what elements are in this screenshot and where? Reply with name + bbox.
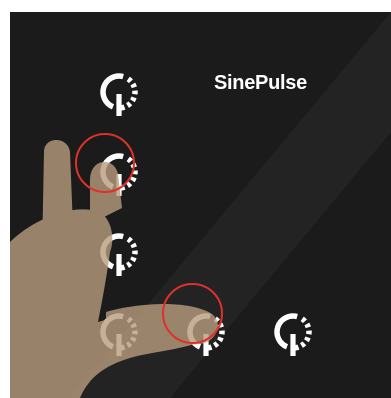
power-button-row4-col3[interactable]: [265, 306, 321, 362]
power-icon: [267, 308, 319, 360]
power-icon: [93, 308, 145, 360]
power-icon: [93, 228, 145, 280]
power-button-row1-col1[interactable]: [91, 66, 147, 122]
power-button-row4-col1[interactable]: [91, 306, 147, 362]
app-screen: SinePulse: [10, 12, 391, 398]
app-title: SinePulse: [214, 72, 307, 94]
power-icon: [180, 308, 232, 360]
power-button-row3-col1[interactable]: [91, 226, 147, 282]
power-icon: [93, 148, 145, 200]
power-button-row2-col1[interactable]: [91, 146, 147, 202]
power-button-row4-col2[interactable]: [178, 306, 234, 362]
power-icon: [93, 68, 145, 120]
